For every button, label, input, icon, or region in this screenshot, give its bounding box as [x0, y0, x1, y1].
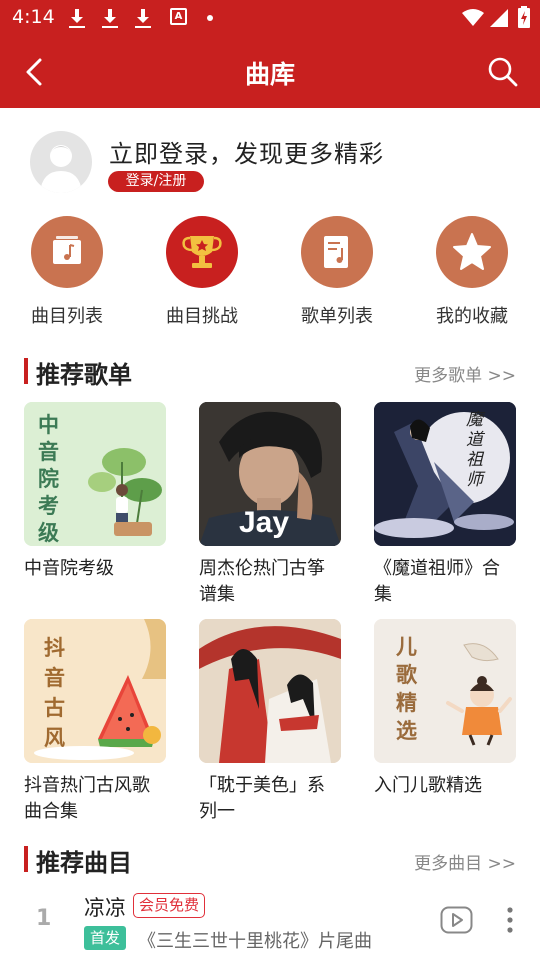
- song-rank: 1: [36, 906, 52, 931]
- signal-icon: [490, 9, 508, 27]
- section-title-playlists: 推荐歌单: [36, 361, 132, 389]
- quick-entry-label: 曲目挑战: [166, 306, 238, 327]
- cover-text: 抖音古风: [44, 636, 65, 750]
- playlist-cover: [199, 619, 341, 763]
- cover-text: 中音院考级: [38, 413, 59, 545]
- dot-icon: [207, 15, 213, 21]
- playlist-card[interactable]: 抖音古风 抖音热门古风歌曲合集: [24, 619, 166, 825]
- playlist-name: 入门儿歌精选: [374, 775, 482, 796]
- playlist-cover: 中音院考级: [24, 402, 166, 546]
- search-icon[interactable]: [486, 55, 520, 89]
- wifi-icon: [462, 9, 484, 26]
- play-icon[interactable]: [440, 906, 473, 934]
- playlist-card[interactable]: 「耽于美色」系列一: [199, 619, 341, 825]
- login-prompt[interactable]: 立即登录，发现更多精彩: [109, 134, 384, 169]
- more-songs-link[interactable]: 更多曲目 >>: [414, 849, 516, 874]
- section-marker: [24, 846, 28, 872]
- download-icon: [134, 8, 152, 28]
- playlist-cover: 儿歌精选: [374, 619, 516, 763]
- app-header: 曲库: [0, 36, 540, 108]
- playlist-card[interactable]: Jay 周杰伦热门古筝谱集: [199, 402, 341, 608]
- playlist-name: 「耽于美色」系列一: [199, 775, 325, 822]
- playlist-card[interactable]: 中音院考级 中音院考级: [24, 402, 166, 582]
- star-icon: [436, 216, 508, 288]
- more-playlists-link[interactable]: 更多歌单 >>: [414, 361, 516, 386]
- playlist-name: 中音院考级: [24, 558, 114, 579]
- status-time: 4:14: [12, 6, 55, 28]
- more-options-icon[interactable]: [500, 906, 520, 934]
- debut-tag: 首发: [84, 926, 126, 950]
- song-subtitle: 《三生三世十里桃花》片尾曲: [138, 931, 372, 952]
- playlist-card[interactable]: 魔道祖师 《魔道祖师》合集: [374, 402, 516, 608]
- login-register-button[interactable]: 登录/注册: [108, 171, 204, 192]
- cover-text: Jay: [239, 506, 290, 539]
- playlist-name: 周杰伦热门古筝谱集: [199, 558, 325, 605]
- quick-entry-label: 曲目列表: [31, 306, 103, 327]
- download-icon: [68, 8, 86, 28]
- download-icon: [101, 8, 119, 28]
- section-title-songs: 推荐曲目: [36, 849, 132, 877]
- a-icon: A: [170, 8, 187, 25]
- quick-entry-label: 我的收藏: [436, 306, 508, 327]
- playlist-cover: 抖音古风: [24, 619, 166, 763]
- cover-text: 儿歌精选: [396, 635, 417, 743]
- music-note-list-icon: [301, 216, 373, 288]
- cover-text: 魔道祖师: [466, 410, 483, 490]
- quick-entry-label: 歌单列表: [301, 306, 373, 327]
- default-avatar-icon: [40, 145, 82, 193]
- battery-charging-icon: [518, 6, 530, 28]
- quick-entry-track-list[interactable]: 曲目列表: [17, 216, 117, 328]
- song-title: 凉凉: [84, 896, 126, 920]
- playlist-card[interactable]: 儿歌精选 入门儿歌精选: [374, 619, 516, 799]
- page-title: 曲库: [244, 60, 295, 89]
- section-marker: [24, 358, 28, 384]
- status-bar: 4:14 A: [0, 0, 540, 36]
- trophy-icon: [166, 216, 238, 288]
- avatar[interactable]: [30, 131, 92, 193]
- quick-entry-track-challenge[interactable]: 曲目挑战: [152, 216, 252, 328]
- music-folder-icon: [31, 216, 103, 288]
- vip-free-badge: 会员免费: [133, 893, 206, 918]
- playlist-cover: Jay: [199, 402, 341, 546]
- playlist-cover: 魔道祖师: [374, 402, 516, 546]
- playlist-name: 抖音热门古风歌曲合集: [24, 775, 150, 822]
- quick-entry-my-favorites[interactable]: 我的收藏: [422, 216, 522, 328]
- quick-entry-playlist-list[interactable]: 歌单列表: [287, 216, 387, 328]
- playlist-name: 《魔道祖师》合集: [374, 558, 500, 605]
